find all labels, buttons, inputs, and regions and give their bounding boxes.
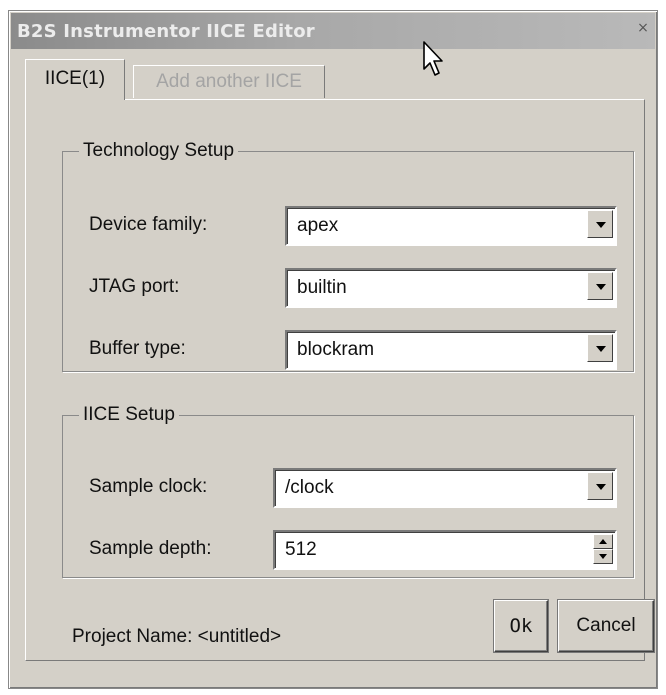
- sample-clock-select[interactable]: /clock: [273, 468, 617, 508]
- title-bar[interactable]: B2S Instrumentor IICE Editor ×: [11, 13, 655, 49]
- chevron-down-icon[interactable]: [587, 272, 613, 300]
- spin-up-icon[interactable]: [593, 534, 613, 549]
- project-name-label: Project Name: <untitled>: [72, 626, 282, 647]
- window-title: B2S Instrumentor IICE Editor: [17, 21, 315, 42]
- ok-button[interactable]: Ok: [494, 600, 548, 652]
- buffer-type-value: blockram: [297, 339, 375, 360]
- chevron-down-icon[interactable]: [587, 210, 613, 238]
- device-family-label: Device family:: [89, 214, 208, 235]
- tab-panel: Technology Setup Device family: apex JTA…: [25, 99, 654, 661]
- mouse-pointer-icon: [423, 41, 443, 76]
- chevron-down-icon[interactable]: [587, 334, 613, 362]
- jtag-port-label: JTAG port:: [89, 276, 180, 297]
- iice-setup-group: IICE Setup Sample clock: /clock Sample d…: [62, 404, 634, 578]
- technology-setup-group: Technology Setup Device family: apex JTA…: [62, 140, 634, 372]
- sample-clock-value: /clock: [285, 477, 334, 498]
- buffer-type-select[interactable]: blockram: [285, 330, 617, 370]
- iice-editor-dialog: B2S Instrumentor IICE Editor × IICE(1) A…: [8, 10, 658, 689]
- technology-setup-legend: Technology Setup: [83, 140, 235, 161]
- jtag-port-value: builtin: [297, 277, 347, 298]
- tab-iice-1[interactable]: IICE(1): [25, 59, 125, 100]
- spin-down-icon[interactable]: [593, 549, 613, 564]
- close-icon[interactable]: ×: [635, 21, 651, 37]
- buffer-type-label: Buffer type:: [89, 338, 186, 359]
- sample-depth-spinner[interactable]: 512: [273, 530, 617, 570]
- cancel-button[interactable]: Cancel: [558, 600, 654, 652]
- device-family-select[interactable]: apex: [285, 206, 617, 246]
- tab-add-another-iice[interactable]: Add another IICE: [133, 65, 325, 98]
- sample-depth-label: Sample depth:: [89, 538, 212, 559]
- iice-setup-legend: IICE Setup: [83, 404, 175, 425]
- chevron-down-icon[interactable]: [587, 472, 613, 500]
- spinner-buttons: [593, 534, 613, 564]
- sample-clock-label: Sample clock:: [89, 476, 208, 497]
- device-family-value: apex: [297, 215, 339, 236]
- sample-depth-value: 512: [285, 539, 317, 560]
- jtag-port-select[interactable]: builtin: [285, 268, 617, 308]
